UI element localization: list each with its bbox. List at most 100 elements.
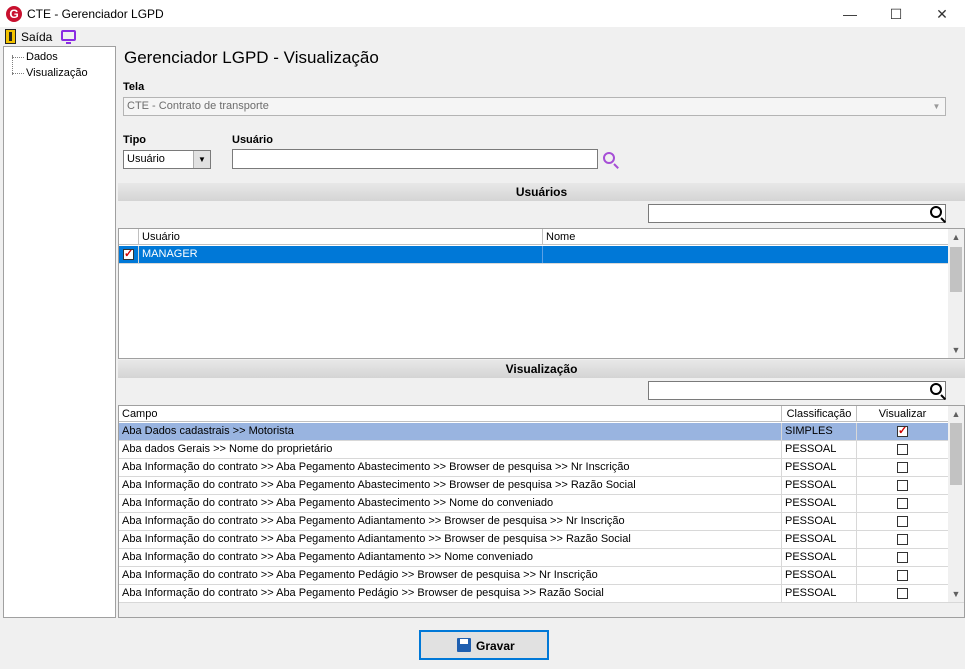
scroll-thumb[interactable] (950, 423, 962, 485)
table-row[interactable]: Aba Informação do contrato >> Aba Pegame… (119, 531, 948, 549)
column-header-visualizar[interactable]: Visualizar (857, 406, 948, 422)
classificacao-cell: PESSOAL (782, 567, 857, 584)
column-header-nome[interactable]: Nome (543, 229, 948, 245)
visualizacao-search-input[interactable] (648, 381, 946, 400)
window-title: CTE - Gerenciador LGPD (27, 7, 164, 21)
row-checkbox[interactable] (123, 247, 134, 260)
campo-cell: Aba Informação do contrato >> Aba Pegame… (119, 549, 782, 566)
close-button[interactable]: ✕ (919, 0, 965, 28)
usuarios-grid: Usuário Nome MANAGER ▲ ▼ (118, 228, 965, 359)
table-row[interactable]: Aba Informação do contrato >> Aba Pegame… (119, 459, 948, 477)
table-row[interactable]: Aba Informação do contrato >> Aba Pegame… (119, 585, 948, 603)
save-disk-icon (457, 638, 471, 652)
scroll-thumb[interactable] (950, 247, 962, 292)
visualizar-checkbox[interactable] (897, 534, 908, 545)
visualizar-checkbox[interactable] (897, 462, 908, 473)
visualizar-checkbox[interactable] (897, 588, 908, 599)
tela-select: CTE - Contrato de transporte ▼ (123, 97, 946, 116)
nome-cell (543, 246, 948, 263)
horizontal-scrollbar[interactable] (119, 602, 964, 617)
search-icon[interactable] (930, 206, 942, 218)
navigation-tree: Dados Visualização (3, 46, 116, 618)
exit-door-icon[interactable] (5, 29, 16, 44)
column-header-usuario[interactable]: Usuário (139, 229, 543, 245)
visualizar-checkbox[interactable] (897, 498, 908, 509)
visualizacao-scrollbar[interactable]: ▲ ▼ (948, 406, 964, 602)
scroll-down-arrow-icon[interactable]: ▼ (948, 586, 964, 602)
usuarios-section-header: Usuários (118, 183, 965, 201)
scroll-up-arrow-icon[interactable]: ▲ (948, 406, 964, 422)
visualizacao-section-header: Visualização (118, 360, 965, 378)
usuarios-scrollbar[interactable]: ▲ ▼ (948, 229, 964, 358)
campo-cell: Aba Informação do contrato >> Aba Pegame… (119, 585, 782, 602)
scroll-up-arrow-icon[interactable]: ▲ (948, 229, 964, 245)
classificacao-cell: PESSOAL (782, 531, 857, 548)
save-button[interactable]: Gravar (419, 630, 549, 660)
table-row[interactable]: Aba Informação do contrato >> Aba Pegame… (119, 477, 948, 495)
visualizar-cell (857, 423, 948, 440)
visualizar-cell (857, 441, 948, 458)
search-icon[interactable] (603, 152, 615, 164)
search-icon[interactable] (930, 383, 942, 395)
tipo-select[interactable]: Usuário ▼ (123, 150, 211, 169)
chevron-down-icon[interactable]: ▼ (193, 151, 210, 168)
visualizar-cell (857, 531, 948, 548)
campo-cell: Aba Informação do contrato >> Aba Pegame… (119, 531, 782, 548)
visualizacao-grid: Campo Classificação Visualizar Aba Dados… (118, 405, 965, 618)
classificacao-cell: PESSOAL (782, 495, 857, 512)
table-row[interactable]: Aba Informação do contrato >> Aba Pegame… (119, 567, 948, 585)
column-header-campo[interactable]: Campo (119, 406, 782, 422)
visualizar-checkbox[interactable] (897, 480, 908, 491)
row-checkbox-cell (119, 246, 139, 263)
chevron-down-icon: ▼ (932, 102, 941, 111)
monitor-icon[interactable] (61, 30, 76, 44)
app-logo-icon: G (6, 6, 22, 22)
table-row[interactable]: Aba Dados cadastrais >> Motorista SIMPLES (119, 423, 948, 441)
table-row[interactable]: Aba Informação do contrato >> Aba Pegame… (119, 495, 948, 513)
classificacao-cell: PESSOAL (782, 513, 857, 530)
tipo-label: Tipo (123, 134, 147, 146)
column-header-classificacao[interactable]: Classificação (782, 406, 857, 422)
tree-connector (12, 55, 13, 75)
campo-cell: Aba Informação do contrato >> Aba Pegame… (119, 477, 782, 494)
campo-cell: Aba Informação do contrato >> Aba Pegame… (119, 513, 782, 530)
campo-cell: Aba Informação do contrato >> Aba Pegame… (119, 495, 782, 512)
campo-cell: Aba Dados cadastrais >> Motorista (119, 423, 782, 440)
campo-cell: Aba dados Gerais >> Nome do proprietário (119, 441, 782, 458)
classificacao-cell: SIMPLES (782, 423, 857, 440)
scroll-down-arrow-icon[interactable]: ▼ (948, 342, 964, 358)
visualizar-cell (857, 477, 948, 494)
maximize-button[interactable]: ☐ (873, 0, 919, 28)
tipo-select-value: Usuário (127, 153, 165, 165)
visualizar-cell (857, 549, 948, 566)
table-row[interactable]: Aba Informação do contrato >> Aba Pegame… (119, 513, 948, 531)
usuario-cell: MANAGER (139, 246, 543, 263)
visualizar-checkbox[interactable] (897, 552, 908, 563)
classificacao-cell: PESSOAL (782, 459, 857, 476)
usuarios-grid-header: Usuário Nome (119, 229, 948, 245)
usuario-input[interactable] (232, 149, 598, 169)
tree-item-label: Visualização (26, 67, 88, 79)
menu-bar: Saída (0, 28, 965, 46)
usuario-label: Usuário (232, 134, 273, 146)
table-row[interactable]: Aba Informação do contrato >> Aba Pegame… (119, 549, 948, 567)
classificacao-cell: PESSOAL (782, 441, 857, 458)
visualizar-checkbox[interactable] (897, 424, 908, 437)
page-title: Gerenciador LGPD - Visualização (124, 48, 379, 67)
table-row[interactable]: Aba dados Gerais >> Nome do proprietário… (119, 441, 948, 459)
tree-branch (12, 57, 24, 58)
campo-cell: Aba Informação do contrato >> Aba Pegame… (119, 459, 782, 476)
visualizar-checkbox[interactable] (897, 516, 908, 527)
visualizar-checkbox[interactable] (897, 570, 908, 581)
usuarios-search-input[interactable] (648, 204, 946, 223)
campo-cell: Aba Informação do contrato >> Aba Pegame… (119, 567, 782, 584)
visualizar-checkbox[interactable] (897, 444, 908, 455)
table-row[interactable]: MANAGER (119, 246, 948, 264)
tree-branch (12, 73, 24, 74)
tela-select-value: CTE - Contrato de transporte (127, 100, 269, 112)
minimize-button[interactable]: — (827, 0, 873, 28)
visualizar-cell (857, 513, 948, 530)
title-bar: G CTE - Gerenciador LGPD — ☐ ✕ (0, 0, 965, 28)
visualizar-cell (857, 459, 948, 476)
exit-menu-item[interactable]: Saída (21, 30, 52, 44)
